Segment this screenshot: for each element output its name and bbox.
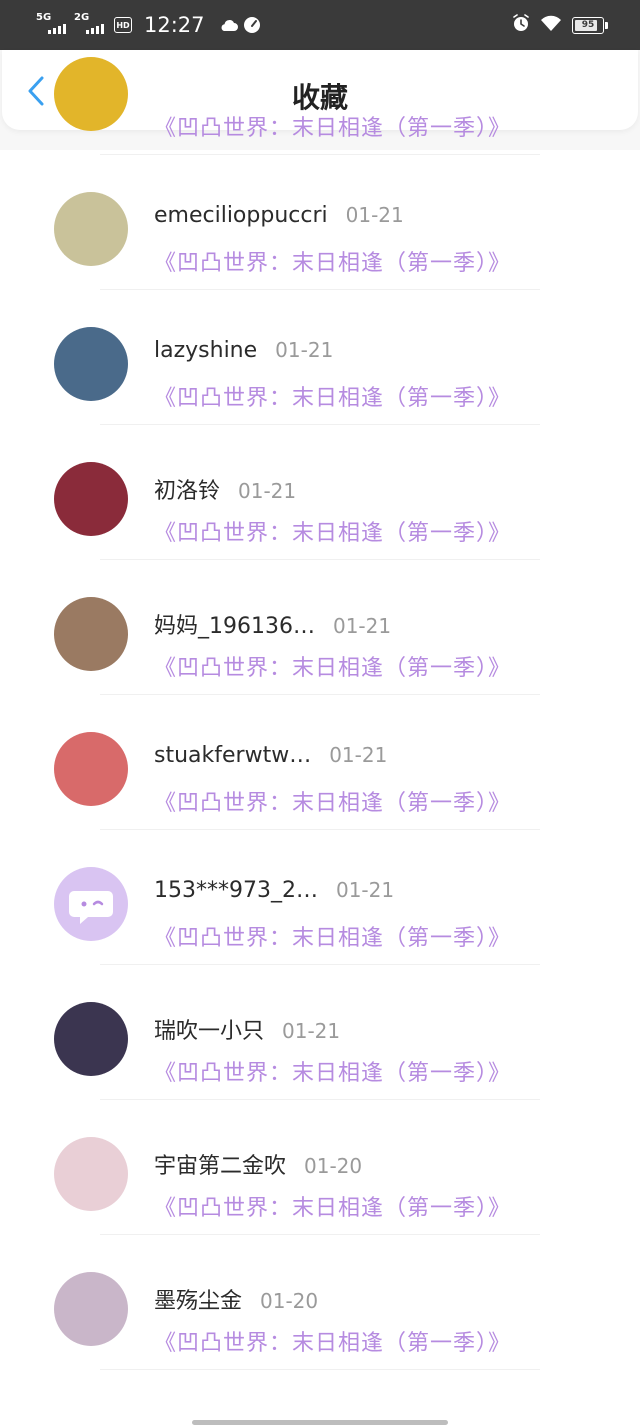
list-item[interactable]: stuakferwtw… 01-21 《凹凸世界：末日相逢（第一季）》 [0, 695, 640, 830]
row-divider [100, 1369, 540, 1370]
user-name-text: 初洛铃 [154, 479, 221, 504]
user-name: lazyshine 01-21 [154, 338, 333, 363]
comic-title-link[interactable]: 《凹凸世界：末日相逢（第一季）》 [154, 1055, 511, 1087]
user-name-text: 妈妈_196136… [154, 614, 315, 639]
comic-title-link[interactable]: 《凹凸世界：末日相逢（第一季）》 [154, 920, 511, 952]
comic-title-link[interactable]: 《凹凸世界：末日相逢（第一季）》 [154, 245, 511, 277]
favorite-date: 01-21 [329, 743, 388, 767]
user-name: stuakferwtw… 01-21 [154, 743, 387, 768]
chat-bubble-icon [69, 891, 113, 924]
user-name-text: 宇宙第二金吹 [154, 1154, 287, 1179]
favorite-date: 01-21 [345, 203, 404, 227]
favorite-date: 01-21 [282, 1019, 341, 1043]
user-name: 瑞吹一小只 01-21 [154, 1013, 340, 1045]
user-name: 宇宙第二金吹 01-20 [154, 1148, 362, 1180]
avatar[interactable] [54, 867, 128, 941]
avatar[interactable] [54, 1137, 128, 1211]
avatar[interactable] [54, 192, 128, 266]
user-name: 153***973_2… 01-21 [154, 878, 394, 903]
avatar[interactable] [54, 597, 128, 671]
comic-title-link[interactable]: 《凹凸世界：末日相逢（第一季）》 [154, 1190, 511, 1222]
avatar[interactable] [54, 1272, 128, 1346]
user-name: 妈妈_196136… 01-21 [154, 608, 391, 640]
user-name: 初洛铃 01-21 [154, 473, 296, 505]
user-name-text: stuakferwtw… [154, 743, 312, 768]
user-name-text: emecilioppuccri [154, 203, 328, 228]
user-name: emecilioppuccri 01-21 [154, 203, 404, 228]
list-item[interactable]: 妈妈_196136… 01-21 《凹凸世界：末日相逢（第一季）》 [0, 560, 640, 695]
avatar[interactable] [54, 327, 128, 401]
favorite-date: 01-21 [332, 614, 392, 638]
favorite-date: 01-20 [304, 1154, 363, 1178]
list-item[interactable]: 瑞吹一小只 01-21 《凹凸世界：末日相逢（第一季）》 [0, 965, 640, 1100]
user-name [154, 68, 172, 93]
user-name-text: lazyshine [154, 338, 258, 363]
avatar[interactable] [54, 462, 128, 536]
home-indicator[interactable] [192, 1420, 448, 1425]
list-item[interactable]: emecilioppuccri 01-21 《凹凸世界：末日相逢（第一季）》 [0, 155, 640, 290]
list-item[interactable]: 153***973_2… 01-21 《凹凸世界：末日相逢（第一季）》 [0, 830, 640, 965]
favorite-date: 01-21 [275, 338, 334, 362]
avatar[interactable] [54, 57, 128, 131]
avatar[interactable] [54, 1002, 128, 1076]
comic-title-link[interactable]: 《凹凸世界：末日相逢（第一季）》 [154, 515, 511, 547]
favorite-date: 01-20 [260, 1289, 319, 1313]
user-name-text: 瑞吹一小只 [154, 1019, 265, 1044]
comic-title-link[interactable]: 《凹凸世界：末日相逢（第一季）》 [154, 785, 511, 817]
list-item[interactable]: lazyshine 01-21 《凹凸世界：末日相逢（第一季）》 [0, 290, 640, 425]
comic-title-link[interactable]: 《凹凸世界：末日相逢（第一季）》 [154, 650, 511, 682]
user-name: 墨殇尘金 01-20 [154, 1283, 318, 1315]
favorite-date: 01-21 [335, 878, 395, 902]
avatar[interactable] [54, 732, 128, 806]
list-item[interactable]: 墨殇尘金 01-20 《凹凸世界：末日相逢（第一季）》 [0, 1235, 640, 1370]
comic-title-link[interactable]: 《凹凸世界：末日相逢（第一季）》 [154, 380, 511, 412]
user-name-text: 153***973_2… [154, 878, 318, 903]
list-item[interactable]: 初洛铃 01-21 《凹凸世界：末日相逢（第一季）》 [0, 425, 640, 560]
user-name-text: 墨殇尘金 [154, 1289, 243, 1314]
comic-title-link[interactable]: 《凹凸世界：末日相逢（第一季）》 [154, 110, 511, 142]
list-item[interactable]: 《凹凸世界：末日相逢（第一季）》 [0, 20, 640, 155]
comic-title-link[interactable]: 《凹凸世界：末日相逢（第一季）》 [154, 1325, 511, 1357]
favorite-date: 01-21 [238, 479, 297, 503]
list-item[interactable]: 宇宙第二金吹 01-20 《凹凸世界：末日相逢（第一季）》 [0, 1100, 640, 1235]
